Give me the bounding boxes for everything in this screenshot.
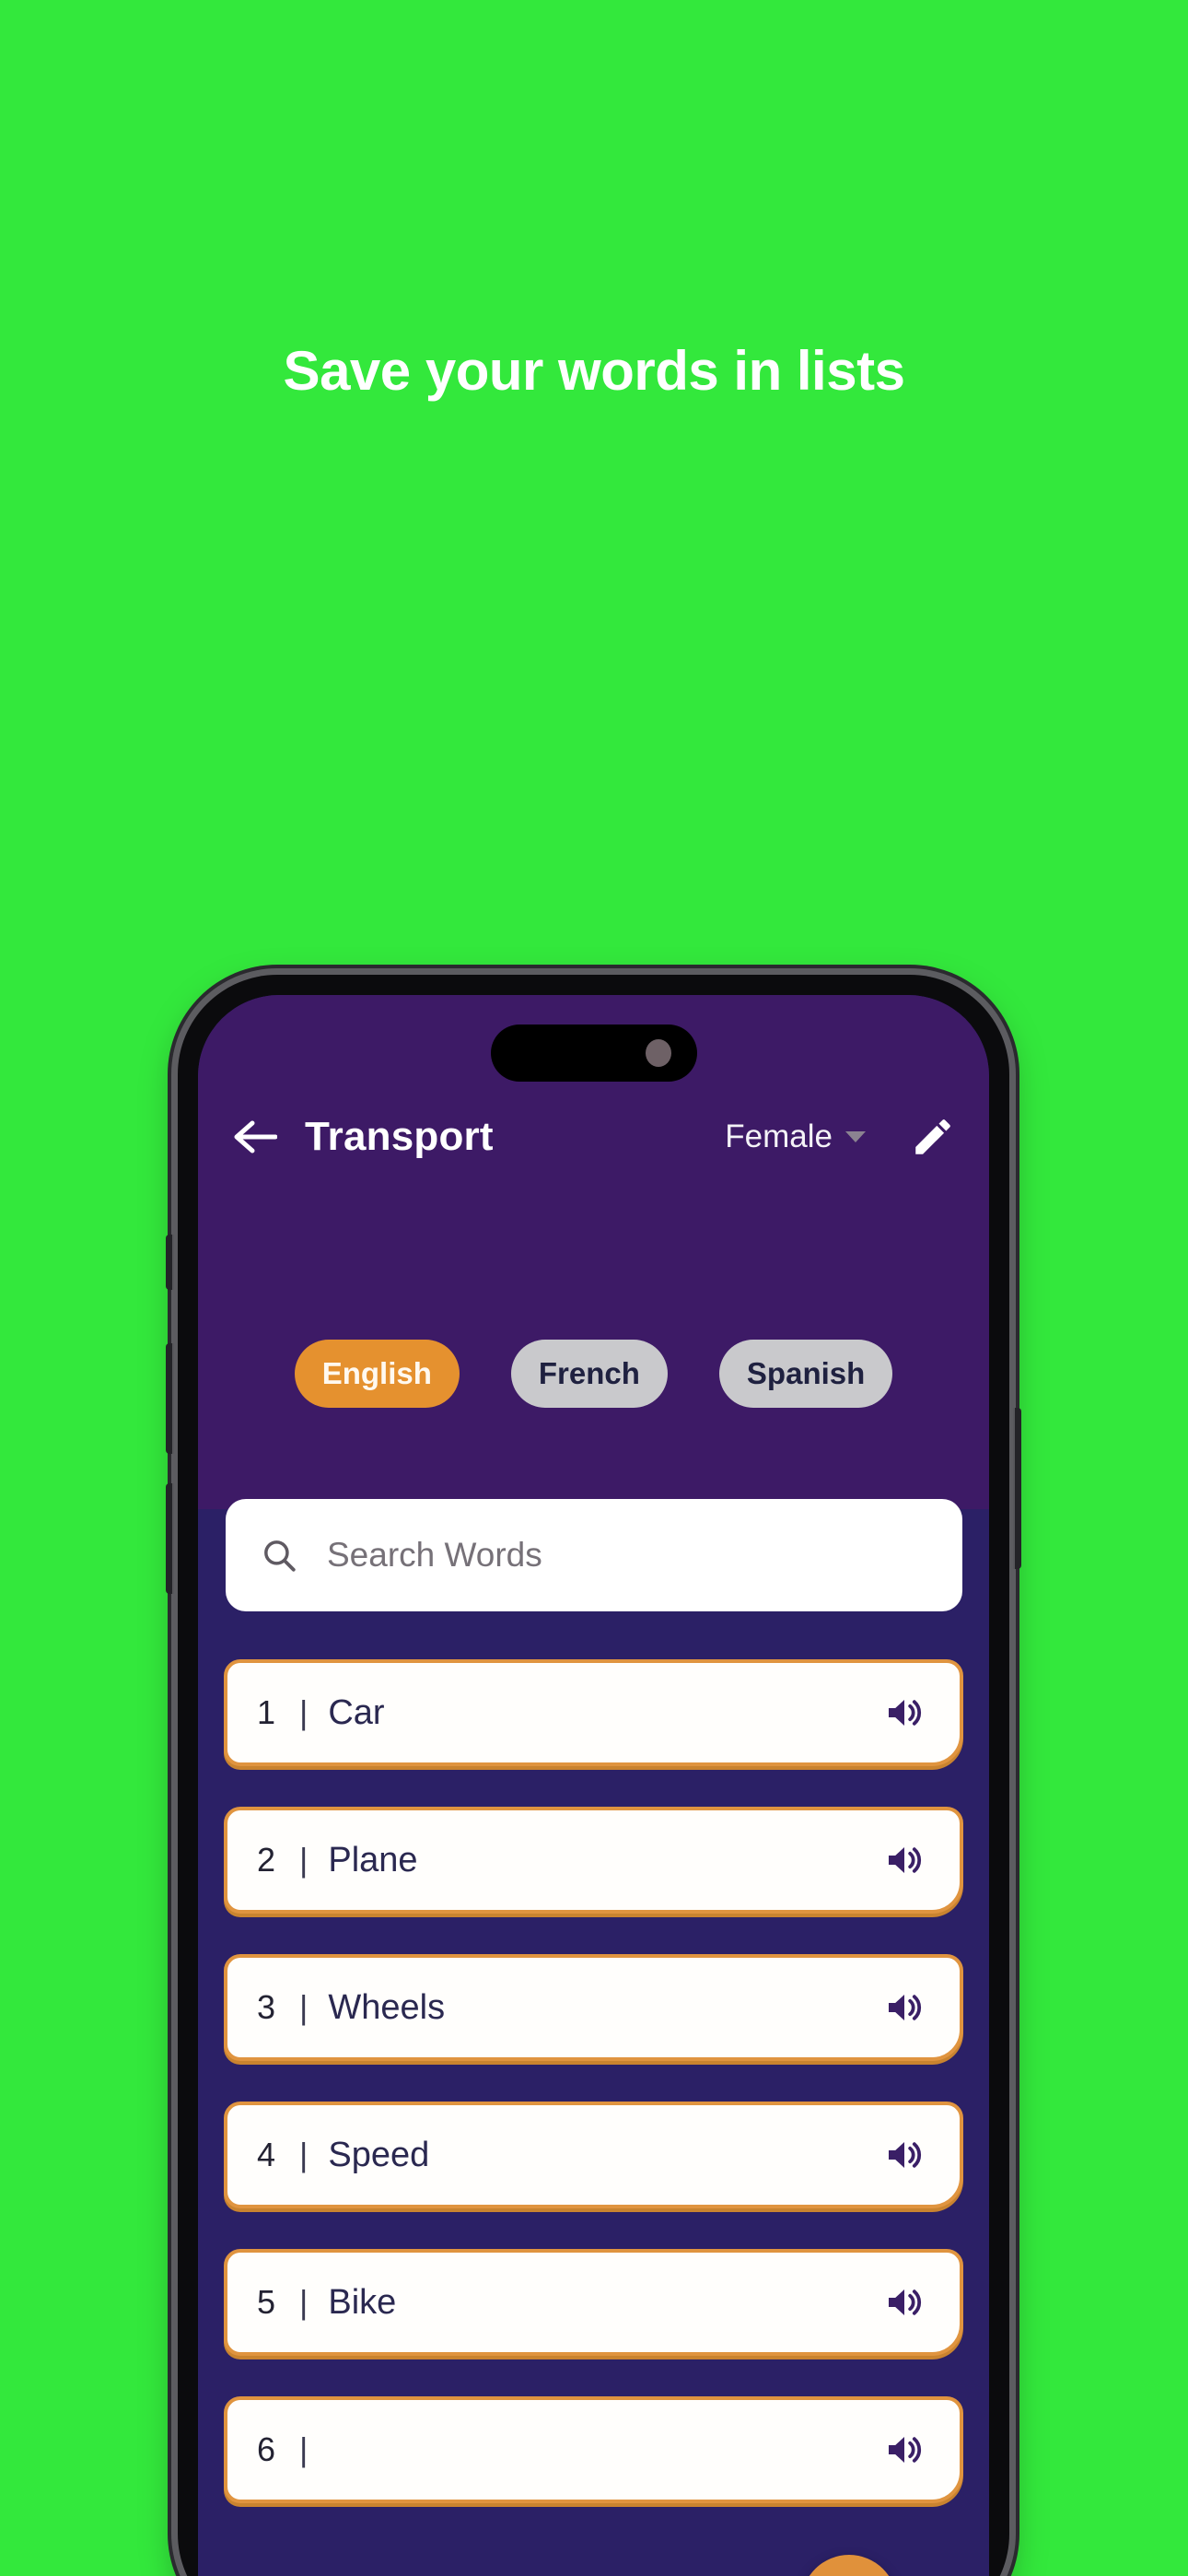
word-divider: |: [299, 2283, 309, 2321]
search-icon: [259, 1535, 299, 1575]
speaker-glyph: [889, 2289, 922, 2315]
speaker-glyph: [889, 2437, 922, 2463]
word-list-item[interactable]: 5 | Bike: [224, 2249, 963, 2356]
language-selector: English French Spanish: [198, 1340, 989, 1408]
word-index: 6: [257, 2430, 276, 2468]
app-bar: Transport Female: [198, 1098, 989, 1176]
speaker-glyph: [889, 1700, 922, 1726]
volume-down-button[interactable]: [166, 1483, 174, 1594]
plus-icon: +: [833, 2572, 866, 2576]
phone-screen: Transport Female English French Spanish …: [198, 995, 989, 2576]
page-title: Transport: [305, 1114, 494, 1159]
word-list-item[interactable]: 2 | Plane: [224, 1807, 963, 1914]
word-divider: |: [299, 2136, 309, 2173]
phone-device-frame: Transport Female English French Spanish …: [166, 975, 1021, 2576]
speaker-icon[interactable]: [882, 2427, 928, 2473]
word-list[interactable]: 1 | Car 2 | Plane 3 | Wheels 4 | Speed 5…: [198, 1611, 989, 2576]
word-label: Plane: [328, 1840, 418, 1879]
edit-list-button[interactable]: [908, 1112, 958, 1162]
word-label: Wheels: [328, 1987, 446, 2027]
speaker-glyph: [889, 2142, 922, 2168]
speaker-glyph: [889, 1847, 922, 1873]
word-divider: |: [299, 1988, 309, 2026]
speaker-icon[interactable]: [882, 1837, 928, 1883]
voice-gender-dropdown[interactable]: Female: [725, 1118, 866, 1155]
silent-switch[interactable]: [166, 1235, 174, 1290]
pencil-icon: [915, 1119, 950, 1154]
speaker-icon[interactable]: [882, 2279, 928, 2325]
arrow-left-icon: [234, 1120, 277, 1153]
promo-screenshot: Save your words in lists Transport Femal…: [0, 0, 1188, 2576]
word-index: 1: [257, 1693, 276, 1731]
dynamic-island: [490, 1025, 697, 1082]
search-bar[interactable]: Search Words: [226, 1499, 962, 1611]
word-list-item[interactable]: 3 | Wheels: [224, 1954, 963, 2061]
word-divider: |: [299, 2430, 309, 2468]
word-index: 4: [257, 2136, 276, 2173]
word-index: 3: [257, 1988, 276, 2026]
back-button[interactable]: [231, 1113, 279, 1161]
word-label: Speed: [328, 2135, 430, 2174]
power-button[interactable]: [1013, 1408, 1021, 1569]
word-label: Bike: [328, 2282, 397, 2322]
volume-up-button[interactable]: [166, 1343, 174, 1454]
search-input[interactable]: Search Words: [327, 1536, 542, 1575]
speaker-icon[interactable]: [882, 1985, 928, 2031]
speaker-icon[interactable]: [882, 2132, 928, 2178]
word-divider: |: [299, 1841, 309, 1879]
language-pill-french[interactable]: French: [510, 1340, 668, 1408]
word-index: 5: [257, 2283, 276, 2321]
front-camera-icon: [645, 1039, 671, 1067]
chevron-down-icon: [845, 1131, 866, 1142]
word-list-item[interactable]: 6 |: [224, 2396, 963, 2503]
language-pill-english[interactable]: English: [294, 1340, 460, 1408]
word-divider: |: [299, 1693, 309, 1731]
word-list-item[interactable]: 1 | Car: [224, 1659, 963, 1766]
word-label: Car: [328, 1692, 385, 1732]
language-pill-spanish[interactable]: Spanish: [718, 1340, 893, 1408]
voice-gender-label: Female: [725, 1118, 833, 1154]
word-index: 2: [257, 1841, 276, 1879]
promo-headline: Save your words in lists: [283, 340, 905, 402]
word-list-item[interactable]: 4 | Speed: [224, 2102, 963, 2208]
speaker-icon[interactable]: [882, 1690, 928, 1736]
speaker-glyph: [889, 1995, 922, 2020]
magnifier-glyph: [264, 1540, 296, 1572]
